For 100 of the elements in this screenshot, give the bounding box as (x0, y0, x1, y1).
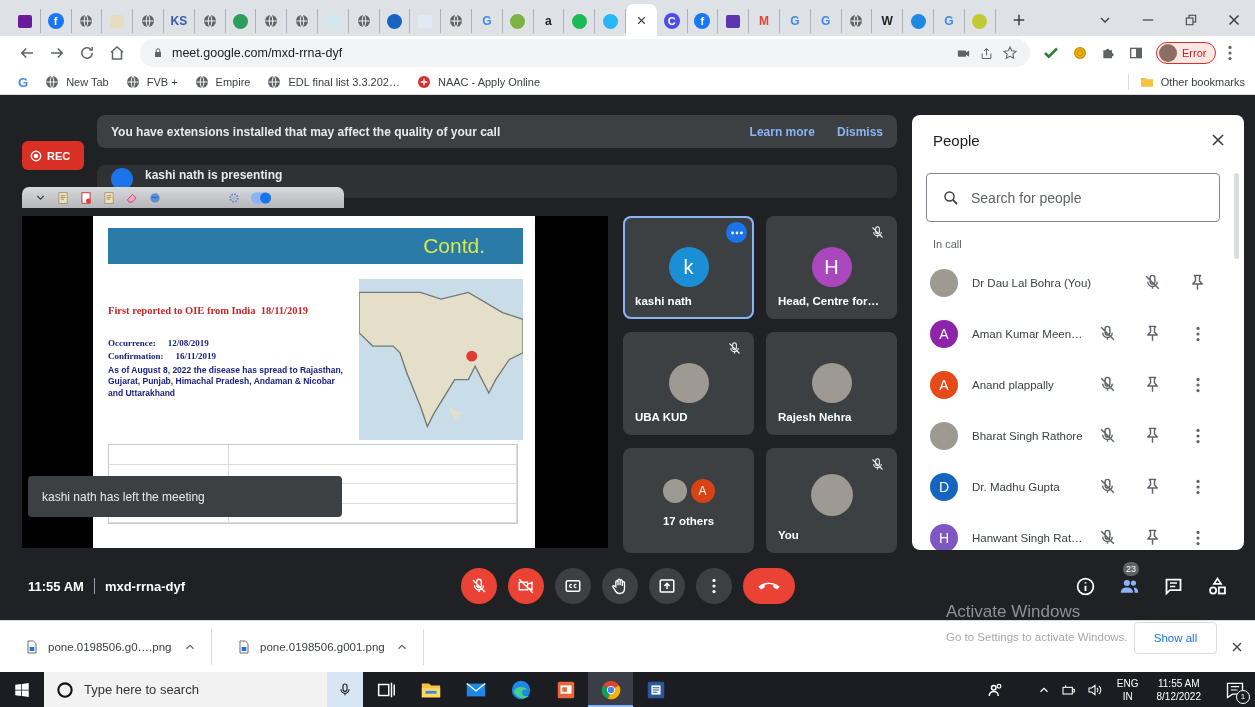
browser-tab[interactable]: f (40, 9, 72, 33)
download-filename[interactable]: pone.0198506.g001.png (260, 640, 387, 653)
download-filename[interactable]: pone.0198506.g0….png (48, 640, 175, 653)
lock-icon (152, 47, 164, 59)
avatar-photo (668, 363, 709, 403)
participant-tile[interactable]: H Head, Centre for… (766, 216, 897, 319)
avatar: A (930, 370, 958, 399)
address-bar[interactable]: meet.google.com/mxd-rrna-dyf (140, 39, 1030, 67)
more-vert-icon[interactable] (1195, 376, 1200, 393)
bookmark[interactable]: Empire (191, 74, 253, 90)
volume-icon[interactable] (1086, 681, 1103, 698)
share-icon[interactable] (979, 45, 994, 61)
meeting-details-button[interactable] (1074, 575, 1096, 597)
participant-name: Dr. Madhu Gupta (972, 480, 1061, 493)
browser-tab[interactable]: f (687, 9, 719, 33)
recording-badge[interactable]: REC (22, 141, 84, 170)
language-indicator[interactable]: ENG IN (1112, 676, 1143, 703)
camera-button[interactable] (508, 568, 544, 604)
browser-icon (509, 678, 532, 701)
raise-hand-button[interactable] (602, 568, 638, 604)
captions-icon (564, 577, 582, 595)
mic-off-icon (727, 341, 742, 356)
search-field[interactable]: Search for people (926, 173, 1220, 222)
coin-icon[interactable] (1072, 45, 1088, 61)
mic-off-icon (870, 457, 885, 472)
participant-tile[interactable]: You (766, 448, 897, 553)
bookmark[interactable]: New Tab (42, 74, 111, 90)
browser-tab[interactable]: C (656, 9, 688, 33)
reload-icon[interactable] (78, 44, 96, 62)
participant-name: UBA KUD (634, 411, 688, 425)
captions-button[interactable] (555, 568, 591, 604)
show-all-button[interactable]: Show all (1134, 621, 1217, 654)
side-panel-icon[interactable] (1128, 45, 1144, 61)
browser-icon (599, 678, 622, 701)
participant-tile[interactable]: Rajesh Nehra (766, 332, 897, 435)
search-field[interactable]: Type here to search (44, 672, 327, 707)
restore-icon[interactable] (1183, 12, 1199, 28)
globe-icon (266, 74, 283, 90)
windows-logo-icon (13, 680, 31, 699)
browser-tab[interactable]: KS (164, 9, 195, 33)
info-icon (1074, 575, 1096, 597)
notification-link[interactable]: Learn more (749, 124, 815, 139)
slide-text: As of August 8, 2022 the disease has spread to Rajasthan, Gujarat, Punjab, Himachal Pradesh, Andaman & Nicobar and Uttarakhand (108, 365, 344, 400)
more-vert-icon[interactable] (1195, 478, 1200, 495)
participant-name: 17 others (662, 515, 715, 529)
taskbar-app[interactable] (588, 672, 633, 707)
participant-name: Dr Dau Lal Bohra (You) (972, 276, 1093, 289)
more-vert-icon[interactable] (1195, 427, 1200, 444)
browser-tab[interactable]: W (872, 9, 904, 33)
file-icon (24, 638, 40, 655)
bookmark[interactable]: FVB + (122, 74, 180, 90)
participant-tile[interactable]: k kashi nath (623, 216, 754, 319)
participant-tile[interactable]: A 17 others (623, 448, 754, 553)
profile-button[interactable]: Error (1156, 42, 1217, 64)
more-options-button[interactable] (726, 222, 747, 243)
avatar: A (930, 319, 958, 348)
more-vert-icon[interactable] (1195, 325, 1200, 342)
bookmark[interactable]: G (16, 74, 31, 90)
bookmark-folder[interactable]: Other bookmarks (1127, 74, 1247, 90)
globe-icon (140, 13, 157, 29)
pdf-icon[interactable] (79, 190, 93, 205)
participant-name: You (777, 529, 799, 543)
globe-icon (201, 13, 218, 29)
globe-icon (848, 13, 865, 29)
mic-off-icon (470, 577, 488, 595)
bookmark[interactable]: NAAC - Apply Online (413, 74, 543, 90)
globe-icon (193, 74, 210, 90)
more-options-button[interactable] (696, 568, 732, 604)
more-vert-icon[interactable] (1195, 529, 1200, 546)
participant-tile[interactable]: UBA KUD (623, 332, 754, 435)
globe-icon[interactable] (148, 190, 162, 205)
microphone-button[interactable] (461, 568, 497, 604)
notification-text: You have extensions installed that may affect the quality of your call (111, 124, 502, 139)
home-icon[interactable] (108, 44, 126, 62)
notification-link[interactable]: Dismiss (836, 124, 883, 139)
more-horiz-icon (730, 230, 743, 235)
avatar: H (811, 247, 852, 287)
section-label: In call (933, 237, 963, 251)
more-vert-icon (712, 578, 716, 594)
leave-call-button[interactable] (743, 568, 795, 604)
participant-name: Hanwant Singh Rat… (972, 531, 1084, 544)
activities-button[interactable] (1206, 575, 1228, 597)
clock-button[interactable]: 11:55 AM 8/12/2022 (1152, 676, 1205, 703)
star-icon[interactable] (1002, 45, 1018, 61)
search-icon (942, 189, 960, 207)
slide-title: First reported to OIE from India 18/11/2019 (108, 305, 309, 316)
camera-off-icon (517, 577, 535, 595)
meeting-code: mxd-rrna-dyf (104, 578, 186, 594)
fact-label: Occurrence: (108, 338, 156, 348)
browser-tab[interactable]: a (533, 9, 565, 33)
activation-title: Activate Windows (946, 601, 1082, 623)
avatar (111, 168, 133, 190)
toast-message: kashi nath has left the meeting (28, 476, 342, 517)
participant-name: Head, Centre for… (777, 295, 879, 309)
bookmark[interactable]: EDL final list 3.3.202… (264, 74, 402, 90)
more-vert-icon[interactable] (1228, 45, 1233, 61)
avatar-photo (662, 479, 687, 503)
present-button[interactable] (649, 568, 685, 604)
count-badge: 1 (1236, 689, 1250, 704)
avatar-photo (810, 474, 853, 516)
